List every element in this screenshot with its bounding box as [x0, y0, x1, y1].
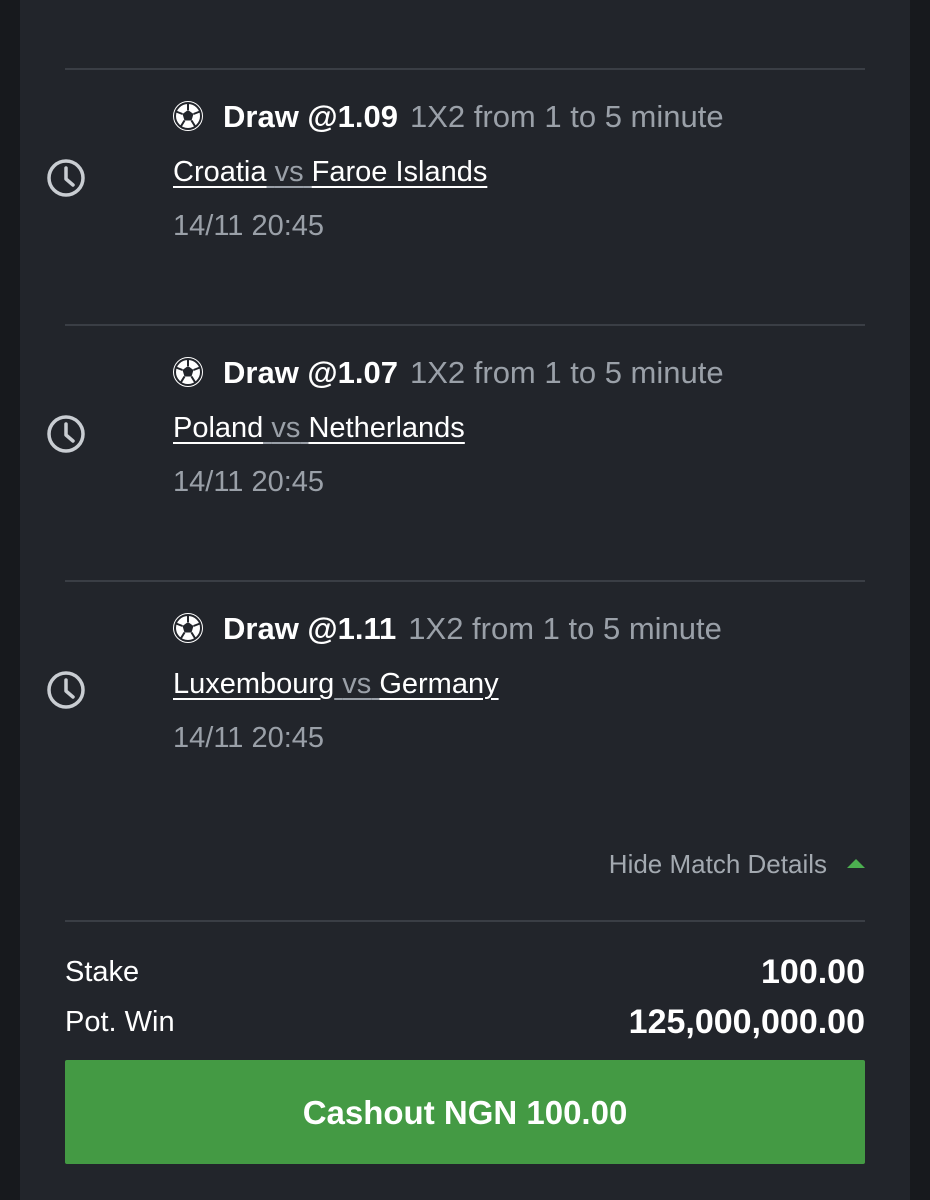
potential-win-value: 125,000,000.00	[628, 1003, 865, 1041]
hide-match-details-toggle[interactable]: Hide Match Details	[609, 846, 865, 882]
soccer-ball-icon	[173, 613, 203, 643]
hide-match-details-label: Hide Match Details	[608, 849, 827, 879]
away-team-link[interactable]: Faroe Islands	[312, 156, 488, 188]
match-item: Draw @1.09 1X2 from 1 to 5 minute Croatia…	[20, 90, 910, 270]
clock-icon	[47, 159, 85, 197]
selection-line: Draw @1.07 1X2 from 1 to 5 minute	[223, 353, 724, 393]
cashout-amount: NGN 100.00	[443, 1094, 628, 1131]
divider	[65, 920, 865, 922]
away-team-link[interactable]: Netherlands	[308, 412, 464, 444]
home-team-link[interactable]: Croatia	[173, 156, 267, 188]
selection-line: Draw @1.09 1X2 from 1 to 5 minute	[223, 97, 724, 137]
match-item: Draw @1.11 1X2 from 1 to 5 minute Luxembo…	[20, 602, 910, 782]
clock-icon	[47, 671, 85, 709]
market-label: 1X2 from 1 to 5 minute	[408, 611, 722, 646]
match-item: Draw @1.07 1X2 from 1 to 5 minute Poland …	[20, 346, 910, 526]
cashout-prefix: Cashout	[302, 1094, 435, 1131]
fixture: Luxembourg vs Germany	[173, 664, 499, 704]
soccer-ball-icon	[173, 101, 203, 131]
divider	[65, 324, 865, 326]
fixture: Poland vs Netherlands	[173, 408, 465, 448]
potential-win-label: Pot. Win	[65, 1006, 175, 1038]
pick-label: Draw @1.11	[223, 611, 397, 646]
clock-icon	[47, 415, 85, 453]
fixture: Croatia vs Faroe Islands	[173, 152, 487, 192]
selection-line: Draw @1.11 1X2 from 1 to 5 minute	[223, 609, 722, 649]
home-team-link[interactable]: Poland	[173, 412, 263, 444]
soccer-ball-icon	[173, 357, 203, 387]
stake-label: Stake	[65, 956, 140, 988]
market-label: 1X2 from 1 to 5 minute	[409, 355, 724, 390]
match-datetime: 14/11 20:45	[173, 722, 325, 754]
pick-label: Draw @1.09	[223, 99, 398, 134]
away-team-link[interactable]: Germany	[379, 668, 498, 700]
caret-up-icon	[847, 858, 865, 868]
cashout-button[interactable]: Cashout NGN 100.00	[65, 1060, 865, 1164]
vs-label: vs	[271, 412, 301, 444]
match-datetime: 14/11 20:45	[173, 210, 325, 242]
potential-win-row: Pot. Win 125,000,000.00	[65, 1002, 865, 1042]
home-team-link[interactable]: Luxembourg	[173, 668, 334, 700]
betslip-panel: Draw @1.09 1X2 from 1 to 5 minute Croatia…	[20, 0, 910, 1200]
vs-label: vs	[342, 668, 372, 700]
vs-label: vs	[274, 156, 304, 188]
stake-row: Stake 100.00	[65, 952, 865, 992]
divider	[65, 68, 865, 70]
pick-label: Draw @1.07	[223, 355, 398, 390]
divider	[65, 580, 865, 582]
stake-value: 100.00	[761, 953, 865, 991]
market-label: 1X2 from 1 to 5 minute	[409, 99, 724, 134]
match-datetime: 14/11 20:45	[173, 466, 325, 498]
